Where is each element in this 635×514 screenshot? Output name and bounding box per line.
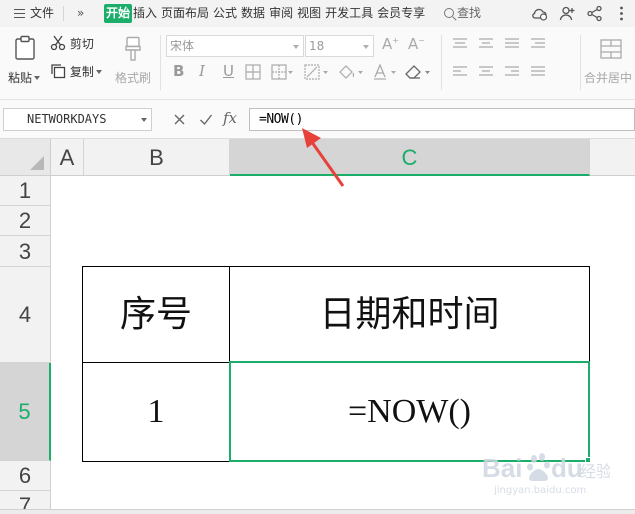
clipboard-icon [15,35,35,60]
font-name-value: 宋体 [170,39,195,53]
underline-button[interactable]: U [223,62,234,80]
svg-text:经验: 经验 [580,462,610,481]
tab-formulas[interactable]: 公式 [213,6,237,20]
formula-input[interactable]: =NOW() [249,108,635,131]
tab-review[interactable]: 审阅 [269,6,293,20]
font-name-select[interactable]: 宋体 [166,35,304,57]
copy-button[interactable]: 复制 [50,63,102,80]
row-header-6[interactable]: 6 [0,461,51,491]
search-button[interactable]: 查找 [444,0,481,27]
select-all-corner[interactable] [0,139,51,176]
name-box-value: NETWORKDAYS [27,112,107,126]
file-menu-label: 文件 [30,6,55,20]
merge-center-button[interactable]: 合并居中 [584,31,635,97]
copy-icon [51,64,66,79]
tab-member[interactable]: 会员专享 [377,6,425,20]
search-icon [444,8,454,18]
font-size-dropdown-icon [363,45,369,49]
name-box-dropdown-icon [141,118,147,122]
column-header-blank[interactable] [590,139,635,176]
tab-developer[interactable]: 开发工具 [325,6,373,20]
cloud-sync-icon[interactable] [531,5,548,22]
svg-text:du: du [551,453,583,483]
paste-dropdown-icon [34,76,41,80]
tab-insert[interactable]: 插入 [133,6,157,20]
hamburger-icon [14,9,25,18]
paste-label: 粘贴 [8,71,33,85]
scissors-icon [50,35,66,51]
bold-button[interactable]: B [173,62,184,80]
fill-color-icon[interactable] [337,64,365,80]
tab-data[interactable]: 数据 [241,6,265,20]
insert-function-fx-icon[interactable]: fx [223,109,237,127]
italic-button[interactable]: I [199,62,205,80]
cut-label: 剪切 [69,37,94,51]
more-options-icon[interactable] [613,5,630,22]
svg-text:jingyan.baidu.com: jingyan.baidu.com [493,485,586,496]
search-label: 查找 [457,6,482,20]
baidu-jingyan-watermark-logo: Bai du 经验 jingyan.baidu.com [482,453,610,496]
copy-label: 复制 [69,65,94,79]
column-header-b[interactable]: B [84,139,230,176]
cell-b5[interactable]: 1 [83,363,229,461]
paintbrush-icon [125,36,141,61]
formula-bar: NETWORKDAYS fx =NOW() [0,100,635,139]
cut-button[interactable]: 剪切 [50,35,94,52]
name-box[interactable]: NETWORKDAYS [3,108,152,131]
cell-b4-header-number[interactable]: 序号 [83,267,229,362]
confirm-check-icon[interactable] [199,113,213,126]
cancel-icon[interactable] [173,113,186,126]
row-header-3[interactable]: 3 [0,236,51,267]
row-header-4[interactable]: 4 [0,267,51,363]
tab-page-layout[interactable]: 页面布局 [161,6,209,20]
column-header-c[interactable]: C [230,139,590,176]
merge-cells-icon [600,39,622,59]
eraser-icon[interactable] [405,64,433,80]
menu-divider [63,6,64,21]
format-painter-button[interactable]: 格式刷 [113,31,153,97]
toolbar-divider [441,35,442,90]
toolbar-divider [160,35,161,90]
svg-text:Bai: Bai [482,453,522,483]
menu-bar: 文件 » 开始 插入 页面布局 公式 数据 审阅 视图 开发工具 会员专享 查找 [0,0,635,27]
fill-style-icon[interactable] [304,64,330,80]
cell-c4-header-datetime[interactable]: 日期和时间 [230,267,589,362]
share-icon[interactable] [586,5,603,22]
font-size-select[interactable]: 18 [305,35,374,57]
borders-icon[interactable] [271,64,293,80]
decrease-font-icon[interactable]: A− [408,35,425,53]
column-header-a[interactable]: A [51,139,84,176]
font-size-value: 18 [309,39,325,53]
font-color-icon[interactable] [372,64,398,80]
row-header-5[interactable]: 5 [0,363,51,461]
tab-start[interactable]: 开始 [104,4,133,23]
font-name-dropdown-icon [293,45,299,49]
increase-font-icon[interactable]: A+ [382,35,399,53]
merge-center-label: 合并居中 [584,71,633,85]
toolbar-divider [580,35,581,90]
strikethrough-icon[interactable] [245,64,261,80]
copy-dropdown-icon [95,70,102,74]
alignment-icons[interactable] [451,37,591,87]
sheet-tab-strip [0,509,635,514]
more-tabs-chevron-icon[interactable]: » [77,0,84,27]
ribbon-toolbar: 粘贴 剪切 复制 格式刷 宋体 18 A+ A− B I U 合并居中 [0,27,635,100]
paste-button[interactable]: 粘贴 [4,31,44,97]
row-header-1[interactable]: 1 [0,176,51,206]
row-header-2[interactable]: 2 [0,206,51,236]
format-painter-label: 格式刷 [115,71,152,85]
tab-view[interactable]: 视图 [297,6,321,20]
add-user-icon[interactable] [559,5,576,22]
ribbon-tabs: 插入 页面布局 公式 数据 审阅 视图 开发工具 会员专享 [133,0,429,27]
file-menu[interactable]: 文件 [14,0,54,27]
